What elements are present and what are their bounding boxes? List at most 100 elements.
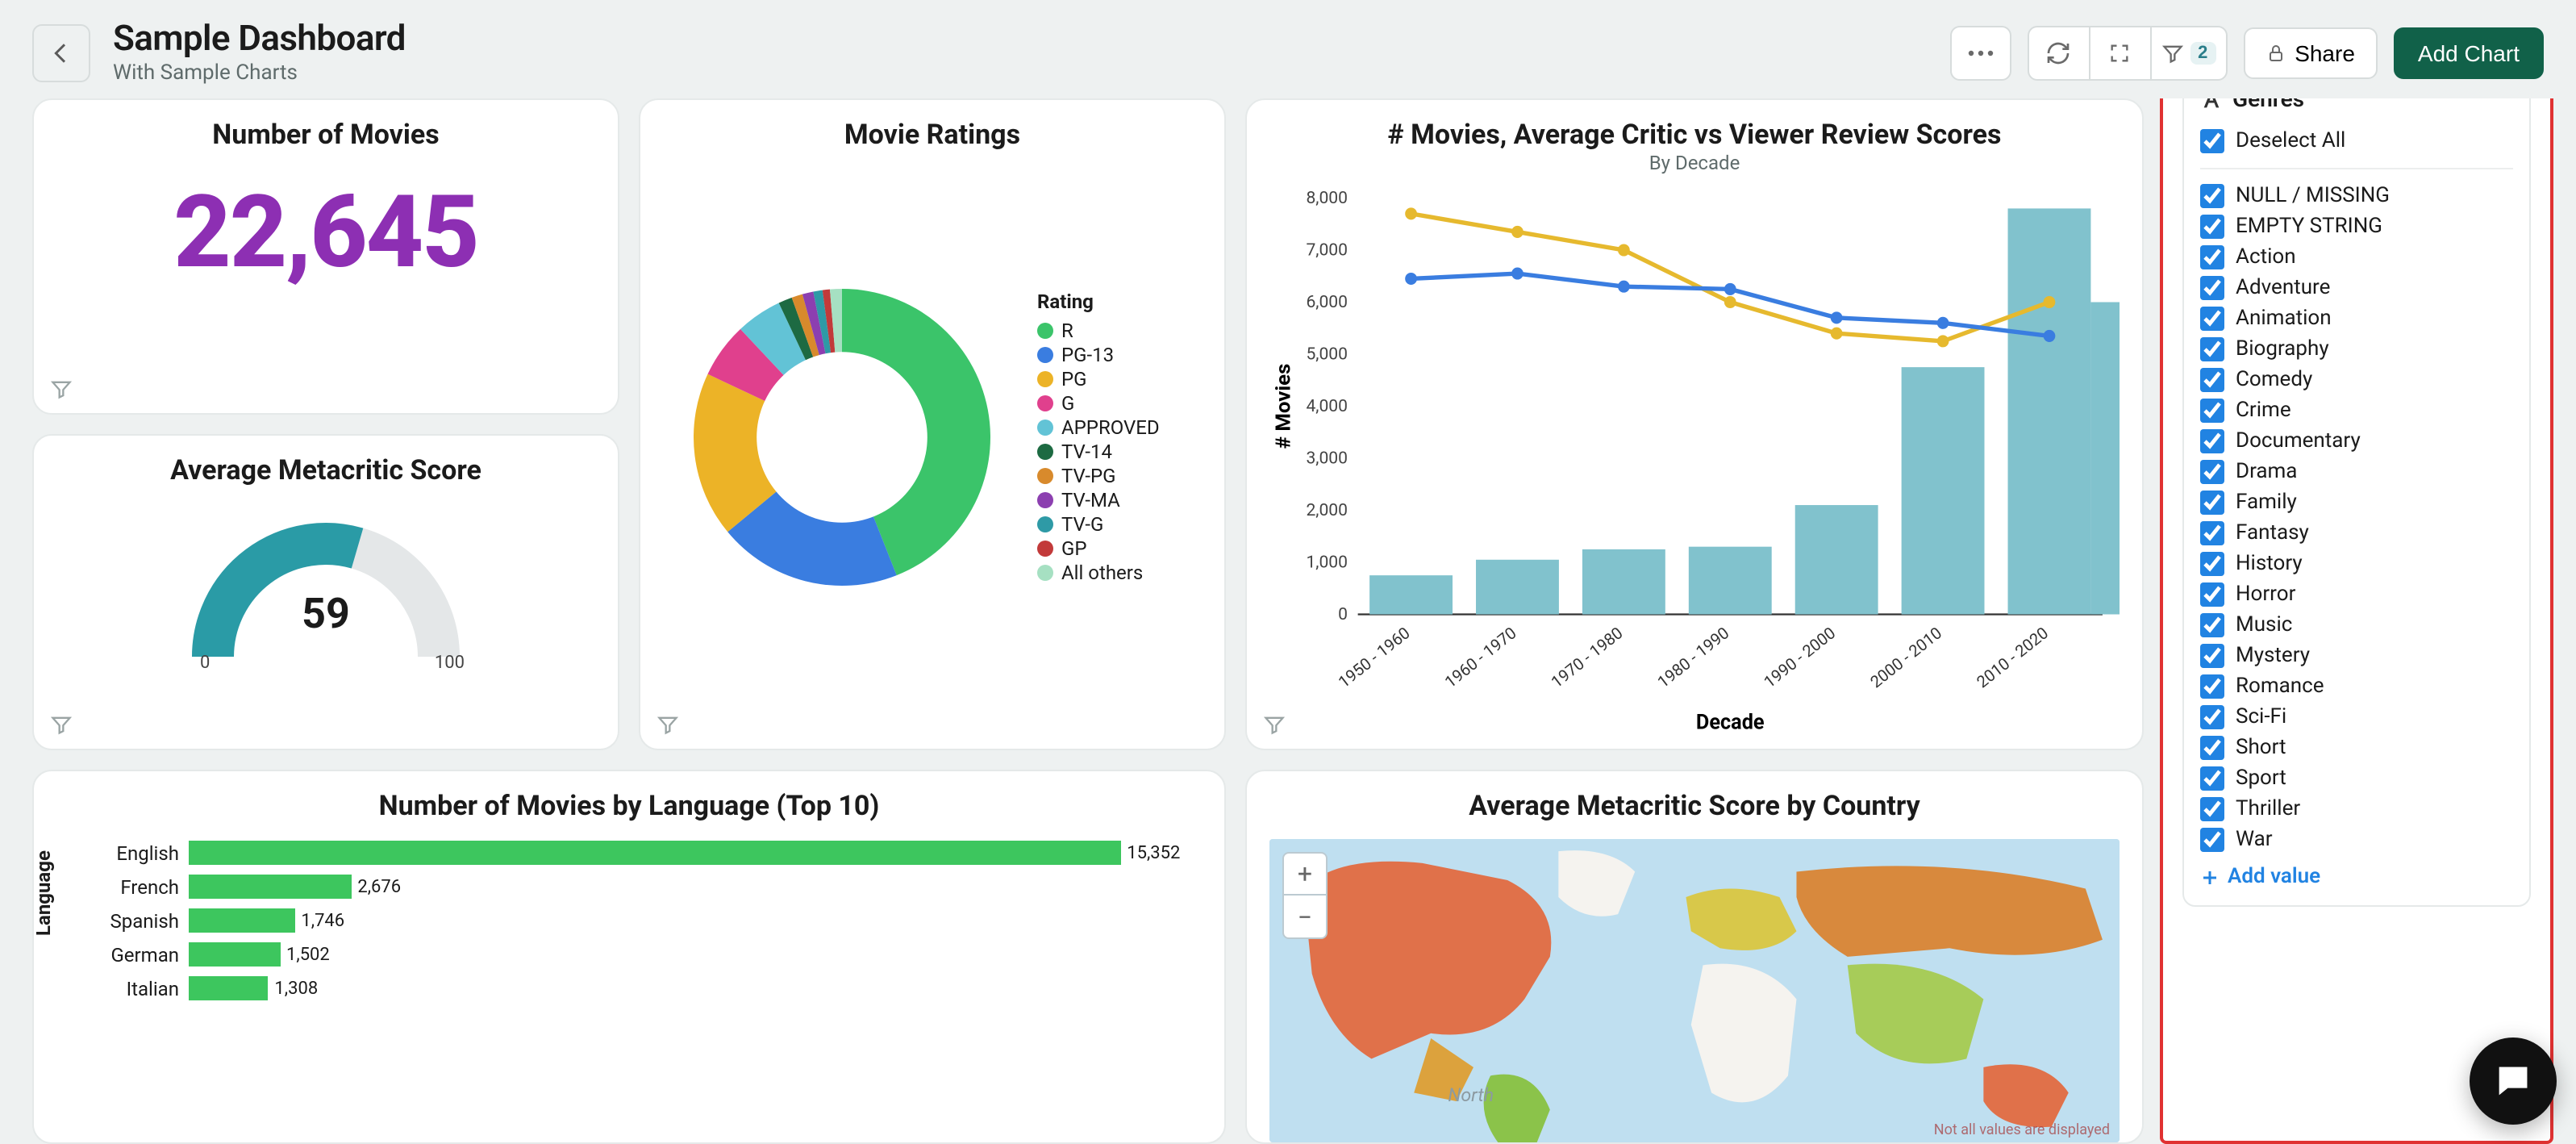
checkbox-input[interactable] (2200, 429, 2224, 453)
legend-label: R (1061, 319, 1073, 341)
card-score-by-country: Average Metacritic Score by Country (1245, 770, 2144, 1144)
checkbox-input[interactable] (2200, 399, 2224, 423)
svg-text:1980 - 1990: 1980 - 1990 (1654, 623, 1733, 691)
filter-checkbox-row[interactable]: War (2200, 825, 2513, 855)
donut-chart (657, 252, 1027, 623)
checkbox-input[interactable] (2200, 184, 2224, 208)
card-filter-button[interactable] (1263, 713, 1286, 736)
card-filter-button[interactable] (657, 713, 679, 736)
hbar-value: 15,352 (1127, 842, 1180, 863)
legend-swatch (1037, 467, 1053, 483)
legend-label: APPROVED (1061, 415, 1160, 438)
filter-checkbox-row[interactable]: Adventure (2200, 273, 2513, 303)
filter-checkbox-row[interactable]: Fantasy (2200, 518, 2513, 549)
checkbox-input[interactable] (2200, 215, 2224, 239)
hbar-row: English 15,352 (98, 836, 1160, 870)
page-subtitle: With Sample Charts (113, 61, 406, 86)
legend-label: PG-13 (1061, 343, 1114, 365)
filter-checkbox-row[interactable]: Short (2200, 733, 2513, 763)
refresh-button[interactable] (2027, 25, 2088, 80)
checkbox-input[interactable] (2200, 582, 2224, 607)
hbar-category: French (98, 875, 189, 898)
filter-checkbox-row[interactable]: Sci-Fi (2200, 702, 2513, 733)
back-button[interactable] (32, 23, 90, 81)
dashboard-filters-panel: Dashboard Filters Edit Genres Deselect A… (2160, 98, 2553, 1144)
add-chart-button[interactable]: Add Chart (2394, 27, 2544, 78)
legend-label: TV-PG (1061, 464, 1116, 486)
add-value-button[interactable]: Add value (2200, 865, 2513, 889)
filter-checkbox-row[interactable]: Mystery (2200, 641, 2513, 671)
svg-text:1950 - 1960: 1950 - 1960 (1335, 623, 1414, 691)
card-filter-button[interactable] (50, 378, 73, 400)
zoom-out-button[interactable]: − (1284, 896, 1326, 937)
filter-checkbox-row[interactable]: Romance (2200, 671, 2513, 702)
choropleth-map[interactable]: North + − Not all values are displayed (1269, 839, 2120, 1142)
checkbox-input[interactable] (2200, 828, 2224, 852)
legend-label: TV-G (1061, 512, 1103, 535)
plus-icon (2200, 867, 2220, 887)
checkbox-input[interactable] (2200, 644, 2224, 668)
svg-text:2,000: 2,000 (1306, 500, 1348, 520)
checkbox-input[interactable] (2200, 705, 2224, 729)
filter-checkbox-row[interactable]: NULL / MISSING (2200, 181, 2513, 211)
more-button[interactable] (1949, 25, 2011, 80)
filters-button[interactable]: 2 (2149, 25, 2227, 80)
checkbox-input[interactable] (2200, 337, 2224, 361)
card-average-metacritic-score: Average Metacritic Score 59 0 100 (32, 434, 619, 750)
filter-group-title: Genres (2232, 98, 2304, 113)
filter-checkbox-row[interactable]: Crime (2200, 395, 2513, 426)
filter-checkbox-row[interactable]: Biography (2200, 334, 2513, 365)
filter-checkbox-row[interactable]: EMPTY STRING (2200, 211, 2513, 242)
checkbox-input[interactable] (2200, 674, 2224, 699)
filter-checkbox-row[interactable]: Sport (2200, 763, 2513, 794)
svg-text:1,000: 1,000 (1306, 552, 1348, 572)
fullscreen-button[interactable] (2088, 25, 2149, 80)
deselect-all-checkbox[interactable]: Deselect All (2200, 126, 2513, 157)
filter-checkbox-row[interactable]: Documentary (2200, 426, 2513, 457)
checkbox-input[interactable] (2200, 797, 2224, 821)
filter-checkbox-row[interactable]: History (2200, 549, 2513, 579)
checkbox-input[interactable] (2200, 613, 2224, 637)
checkbox-input[interactable] (2200, 552, 2224, 576)
filter-checkbox-row[interactable]: Horror (2200, 579, 2513, 610)
filter-checkbox-row[interactable]: Action (2200, 242, 2513, 273)
card-subtitle: By Decade (1247, 152, 2142, 174)
filter-checkbox-row[interactable]: Music (2200, 610, 2513, 641)
zoom-in-button[interactable]: + (1284, 854, 1326, 896)
hbar-category: Spanish (98, 909, 189, 932)
filter-checkbox-row[interactable]: Comedy (2200, 365, 2513, 395)
card-title: Number of Movies by Language (Top 10) (34, 771, 1224, 829)
checkbox-input[interactable] (2200, 521, 2224, 545)
legend-item: TV-G (1037, 512, 1160, 535)
checkbox-input[interactable] (2200, 368, 2224, 392)
filter-checkbox-row[interactable]: Animation (2200, 303, 2513, 334)
filter-checkbox-row[interactable]: Drama (2200, 457, 2513, 487)
legend-label: TV-MA (1061, 488, 1120, 511)
checkbox-label: Sport (2236, 766, 2286, 791)
share-button[interactable]: Share (2243, 27, 2378, 78)
legend-item: R (1037, 319, 1160, 341)
checkbox-label: Documentary (2236, 429, 2361, 453)
checkbox-label: NULL / MISSING (2236, 184, 2390, 208)
filter-checkbox-row[interactable]: Thriller (2200, 794, 2513, 825)
checkbox-input[interactable] (2200, 245, 2224, 269)
checkbox-label: Action (2236, 245, 2296, 269)
checkbox-input[interactable] (2200, 491, 2224, 515)
card-title: Average Metacritic Score (34, 436, 618, 494)
checkbox-input[interactable] (2200, 307, 2224, 331)
card-movies-by-language: Number of Movies by Language (Top 10) La… (32, 770, 1226, 1144)
card-filter-button[interactable] (50, 713, 73, 736)
chat-launcher-button[interactable] (2470, 1038, 2557, 1125)
svg-text:0: 0 (1338, 604, 1348, 624)
filter-checkbox-row[interactable]: Family (2200, 487, 2513, 518)
checkbox-input[interactable] (2200, 736, 2224, 760)
checkbox-input[interactable] (2200, 276, 2224, 300)
svg-text:2000 - 2010: 2000 - 2010 (1866, 623, 1945, 691)
card-movies-by-decade: # Movies, Average Critic vs Viewer Revie… (1245, 98, 2144, 750)
checkbox-input[interactable] (2200, 766, 2224, 791)
arrow-left-icon (48, 40, 74, 65)
checkbox-input[interactable] (2200, 129, 2224, 153)
filter-group-genres: Genres Deselect All NULL / MISSING EMPTY … (2182, 98, 2531, 907)
checkbox-label: Horror (2236, 582, 2295, 607)
checkbox-input[interactable] (2200, 460, 2224, 484)
